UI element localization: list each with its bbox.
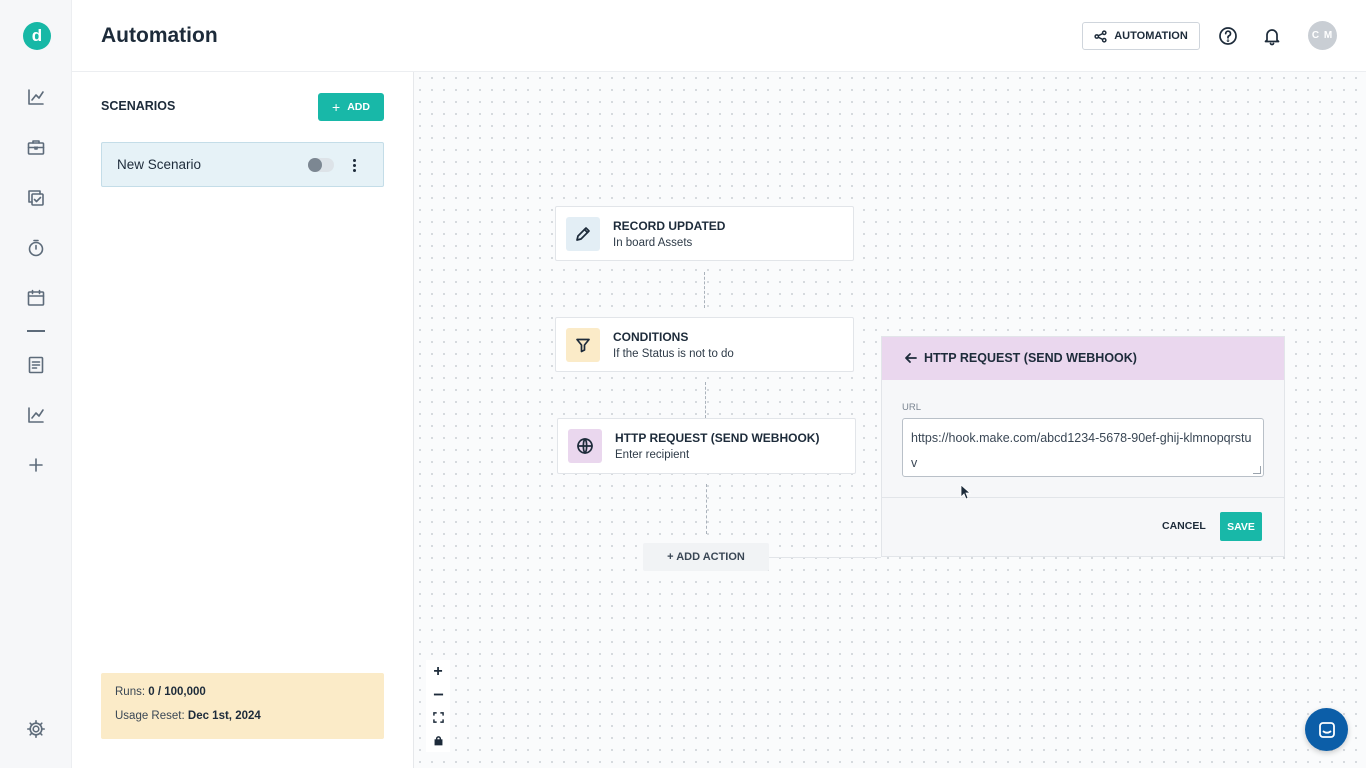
plus-icon[interactable] <box>24 453 48 477</box>
runs-value: 0 / 100,000 <box>148 686 206 698</box>
cancel-button[interactable]: CANCEL <box>1162 520 1206 532</box>
node-title: HTTP REQUEST (SEND WEBHOOK) <box>615 431 820 445</box>
connector-line <box>706 484 707 534</box>
left-nav-rail: d <box>0 0 72 768</box>
scenario-item[interactable]: New Scenario <box>101 142 384 187</box>
automation-button[interactable]: AUTOMATION <box>1082 22 1200 50</box>
globe-icon <box>568 429 602 463</box>
resize-handle-icon[interactable] <box>1253 466 1261 474</box>
chat-support-button[interactable] <box>1305 708 1348 751</box>
url-value: https://hook.make.com/abcd1234-5678-90ef… <box>911 431 1252 470</box>
connector-line <box>704 272 705 308</box>
node-title: RECORD UPDATED <box>613 219 726 233</box>
trigger-node-record-updated[interactable]: RECORD UPDATED In board Assets <box>555 206 854 261</box>
runs-label: Runs: <box>115 686 146 698</box>
fit-view-icon[interactable] <box>426 706 450 729</box>
notification-bell-icon[interactable] <box>1261 25 1283 47</box>
scenarios-title: SCENARIOS <box>101 99 176 113</box>
usage-reset-value: Dec 1st, 2024 <box>187 710 261 722</box>
node-subtitle: Enter recipient <box>615 449 690 461</box>
share-nodes-icon <box>1094 29 1107 43</box>
mouse-cursor-icon <box>960 484 972 500</box>
runs-row: Runs: 0 / 100,000 <box>115 686 206 698</box>
scenarios-panel: SCENARIOS + ADD New Scenario Runs: 0 / 1… <box>72 72 414 768</box>
help-icon[interactable] <box>1217 25 1239 47</box>
briefcase-icon[interactable] <box>24 135 48 159</box>
plus-icon: + <box>332 99 341 115</box>
http-request-editor-panel: HTTP REQUEST (SEND WEBHOOK) URL https://… <box>881 336 1285 557</box>
url-textarea[interactable]: https://hook.make.com/abcd1234-5678-90ef… <box>902 418 1264 477</box>
page-title: Automation <box>101 24 218 47</box>
document-icon[interactable] <box>24 353 48 377</box>
node-subtitle: In board Assets <box>613 237 693 249</box>
connector-line <box>769 557 881 558</box>
zoom-in-icon[interactable]: + <box>426 660 450 683</box>
zoom-controls: + <box>426 660 452 752</box>
editor-header: HTTP REQUEST (SEND WEBHOOK) <box>882 337 1284 380</box>
task-copy-icon[interactable] <box>24 186 48 210</box>
add-scenario-button[interactable]: + ADD <box>318 93 384 121</box>
http-request-node[interactable]: HTTP REQUEST (SEND WEBHOOK) Enter recipi… <box>557 418 856 474</box>
settings-icon[interactable] <box>24 717 48 741</box>
calendar-icon[interactable] <box>24 286 48 310</box>
connector-line <box>705 382 706 418</box>
usage-reset-label: Usage Reset: <box>115 710 185 722</box>
top-header: Automation AUTOMATION C M <box>72 0 1366 72</box>
url-label: URL <box>902 402 922 413</box>
conditions-node[interactable]: CONDITIONS If the Status is not to do <box>555 317 854 372</box>
pencil-icon <box>566 217 600 251</box>
back-arrow-icon[interactable] <box>904 351 918 365</box>
app-logo[interactable]: d <box>23 22 51 50</box>
scenario-name: New Scenario <box>117 157 202 172</box>
scenario-toggle[interactable] <box>308 158 334 172</box>
chart-icon[interactable] <box>24 403 48 427</box>
node-title: CONDITIONS <box>613 330 689 344</box>
chat-icon <box>1318 721 1335 738</box>
more-options-icon[interactable] <box>349 155 359 175</box>
zoom-out-icon[interactable] <box>426 683 450 706</box>
analytics-icon[interactable] <box>24 85 48 109</box>
user-avatar[interactable]: C M <box>1308 21 1337 50</box>
editor-title: HTTP REQUEST (SEND WEBHOOK) <box>924 351 1137 365</box>
add-button-label: ADD <box>347 101 370 113</box>
automation-button-label: AUTOMATION <box>1114 30 1188 42</box>
usage-box: Runs: 0 / 100,000 Usage Reset: Dec 1st, … <box>101 673 384 739</box>
toggle-knob <box>308 158 322 172</box>
usage-reset-row: Usage Reset: Dec 1st, 2024 <box>115 710 261 722</box>
filter-icon <box>566 328 600 362</box>
node-subtitle: If the Status is not to do <box>613 348 734 360</box>
save-button[interactable]: SAVE <box>1220 512 1262 541</box>
logo-letter: d <box>31 26 43 45</box>
editor-divider <box>882 497 1284 498</box>
lock-icon[interactable] <box>426 729 450 752</box>
add-action-button[interactable]: + ADD ACTION <box>643 543 769 571</box>
flow-canvas[interactable]: RECORD UPDATED In board Assets CONDITION… <box>414 72 1366 768</box>
rail-divider <box>27 330 45 332</box>
timer-icon[interactable] <box>24 236 48 260</box>
